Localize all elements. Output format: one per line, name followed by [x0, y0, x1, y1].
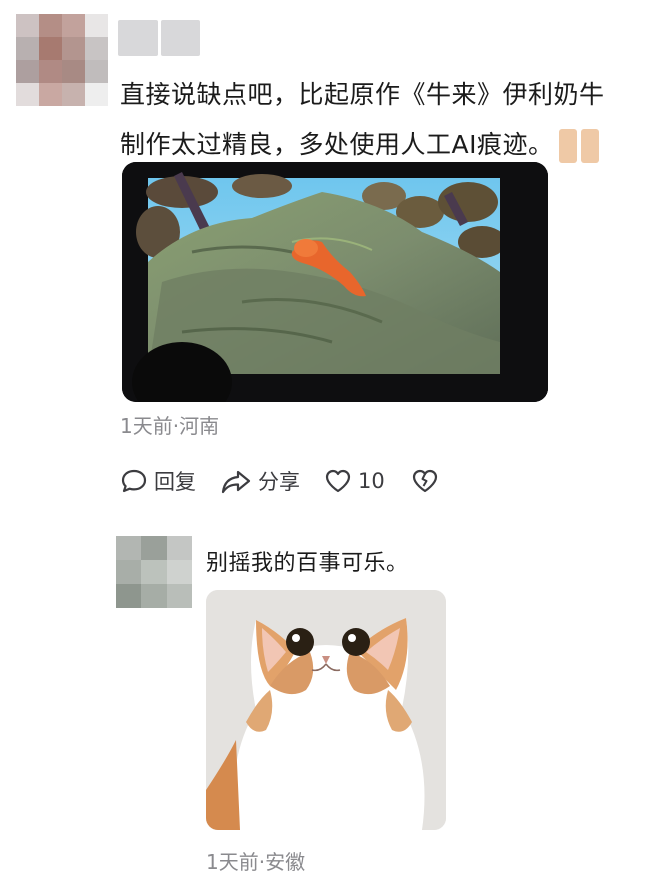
avatar-pixel — [116, 536, 142, 560]
comment-photo[interactable] — [122, 162, 548, 402]
reply-timestamp-location: 1天前·安徽 — [206, 850, 306, 874]
avatar-pixel — [141, 560, 167, 584]
avatar-pixel — [39, 37, 62, 60]
username-blurred[interactable] — [118, 20, 200, 56]
like-count: 10 — [358, 469, 385, 493]
avatar-pixel — [62, 60, 85, 83]
share-label: 分享 — [258, 470, 300, 494]
avatar-pixel — [166, 536, 192, 560]
avatar-pixel — [141, 584, 167, 608]
avatar-pixel — [16, 14, 39, 37]
avatar-pixel — [62, 14, 85, 37]
avatar-pixel — [85, 60, 108, 83]
emoji-sticker-icon — [559, 129, 600, 163]
reply-text: 别摇我的百事可乐。 — [206, 551, 409, 576]
avatar-pixel — [16, 60, 39, 83]
reply-avatar[interactable] — [116, 536, 192, 608]
screen-photo-image — [122, 162, 548, 402]
avatar-pixel — [116, 584, 142, 608]
avatar-pixel — [166, 560, 192, 584]
heart-icon — [325, 469, 351, 493]
comment-timestamp-location: 1天前·河南 — [120, 414, 220, 438]
avatar-pixel — [16, 37, 39, 60]
reply-button[interactable]: 回复 — [120, 466, 196, 496]
comment-actions: 回复 分享 10 — [120, 466, 439, 496]
comment-bubble-icon — [121, 469, 147, 493]
comment-text-line-2-body: 制作太过精良，多处使用人工AI痕迹。 — [120, 130, 554, 159]
avatar-pixel — [16, 83, 39, 106]
share-arrow-icon — [221, 470, 251, 494]
avatar-pixel — [62, 37, 85, 60]
avatar-pixel — [85, 83, 108, 106]
avatar-pixel — [39, 60, 62, 83]
avatar-pixel — [85, 37, 108, 60]
like-button[interactable]: 10 — [324, 467, 385, 495]
avatar[interactable] — [16, 14, 108, 106]
broken-heart-icon — [412, 469, 437, 493]
avatar-pixel — [141, 536, 167, 560]
comment-text: 直接说缺点吧，比起原作《牛来》伊利奶牛 制作太过精良，多处使用人工AI痕迹。 — [120, 70, 630, 170]
comment-text-line-1: 直接说缺点吧，比起原作《牛来》伊利奶牛 — [120, 80, 605, 109]
avatar-pixel — [116, 560, 142, 584]
avatar-pixel — [39, 83, 62, 106]
avatar-pixel — [85, 14, 108, 37]
avatar-pixel — [39, 14, 62, 37]
share-button[interactable]: 分享 — [220, 466, 300, 496]
avatar-pixel — [62, 83, 85, 106]
reply-cat-image[interactable] — [206, 590, 446, 830]
reply-label: 回复 — [154, 470, 196, 494]
avatar-pixel — [166, 584, 192, 608]
cat-photo — [206, 590, 446, 830]
dislike-button[interactable] — [411, 467, 439, 495]
